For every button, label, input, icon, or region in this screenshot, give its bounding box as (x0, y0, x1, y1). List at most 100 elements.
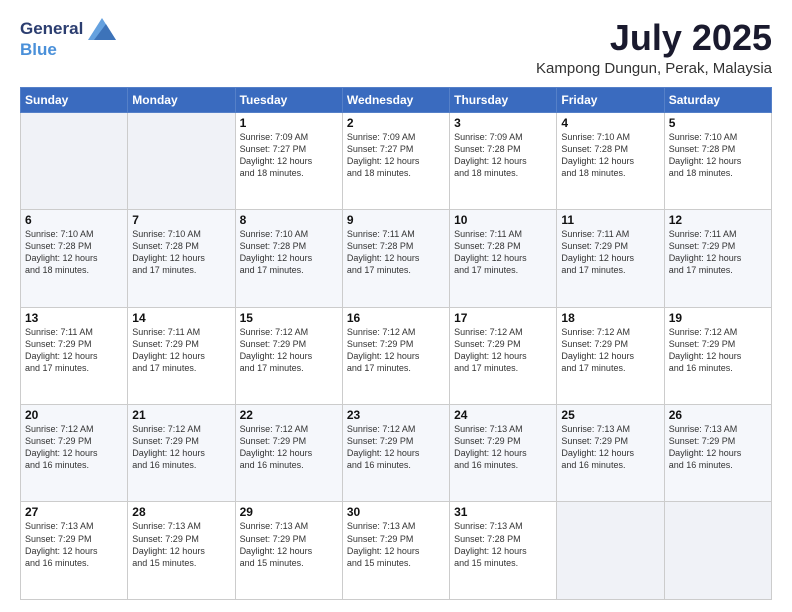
calendar-cell: 2Sunrise: 7:09 AM Sunset: 7:27 PM Daylig… (342, 112, 449, 209)
calendar-cell (128, 112, 235, 209)
day-info: Sunrise: 7:12 AM Sunset: 7:29 PM Dayligh… (240, 326, 338, 375)
day-info: Sunrise: 7:10 AM Sunset: 7:28 PM Dayligh… (25, 228, 123, 277)
day-number: 29 (240, 505, 338, 519)
day-number: 6 (25, 213, 123, 227)
day-info: Sunrise: 7:10 AM Sunset: 7:28 PM Dayligh… (240, 228, 338, 277)
day-info: Sunrise: 7:11 AM Sunset: 7:29 PM Dayligh… (669, 228, 767, 277)
day-number: 12 (669, 213, 767, 227)
day-number: 1 (240, 116, 338, 130)
calendar-cell: 20Sunrise: 7:12 AM Sunset: 7:29 PM Dayli… (21, 405, 128, 502)
day-info: Sunrise: 7:13 AM Sunset: 7:29 PM Dayligh… (240, 520, 338, 569)
day-info: Sunrise: 7:09 AM Sunset: 7:28 PM Dayligh… (454, 131, 552, 180)
calendar-cell: 10Sunrise: 7:11 AM Sunset: 7:28 PM Dayli… (450, 210, 557, 307)
day-info: Sunrise: 7:13 AM Sunset: 7:29 PM Dayligh… (347, 520, 445, 569)
weekday-header-friday: Friday (557, 87, 664, 112)
calendar-week-4: 20Sunrise: 7:12 AM Sunset: 7:29 PM Dayli… (21, 405, 772, 502)
calendar-cell (21, 112, 128, 209)
calendar-cell: 11Sunrise: 7:11 AM Sunset: 7:29 PM Dayli… (557, 210, 664, 307)
day-number: 20 (25, 408, 123, 422)
calendar-cell: 1Sunrise: 7:09 AM Sunset: 7:27 PM Daylig… (235, 112, 342, 209)
calendar-week-3: 13Sunrise: 7:11 AM Sunset: 7:29 PM Dayli… (21, 307, 772, 404)
calendar-cell: 13Sunrise: 7:11 AM Sunset: 7:29 PM Dayli… (21, 307, 128, 404)
day-number: 24 (454, 408, 552, 422)
day-info: Sunrise: 7:12 AM Sunset: 7:29 PM Dayligh… (240, 423, 338, 472)
day-info: Sunrise: 7:13 AM Sunset: 7:28 PM Dayligh… (454, 520, 552, 569)
location: Kampong Dungun, Perak, Malaysia (536, 60, 772, 77)
day-number: 13 (25, 311, 123, 325)
calendar-week-1: 1Sunrise: 7:09 AM Sunset: 7:27 PM Daylig… (21, 112, 772, 209)
calendar-cell: 4Sunrise: 7:10 AM Sunset: 7:28 PM Daylig… (557, 112, 664, 209)
day-info: Sunrise: 7:12 AM Sunset: 7:29 PM Dayligh… (347, 423, 445, 472)
weekday-header-wednesday: Wednesday (342, 87, 449, 112)
logo-general-text: General (20, 19, 83, 39)
day-info: Sunrise: 7:11 AM Sunset: 7:29 PM Dayligh… (25, 326, 123, 375)
day-number: 5 (669, 116, 767, 130)
day-number: 26 (669, 408, 767, 422)
calendar-cell: 31Sunrise: 7:13 AM Sunset: 7:28 PM Dayli… (450, 502, 557, 600)
day-number: 18 (561, 311, 659, 325)
logo-blue-text: Blue (20, 40, 57, 60)
header: General Blue July 2025 Kampong Dungun, P… (20, 18, 772, 77)
day-info: Sunrise: 7:09 AM Sunset: 7:27 PM Dayligh… (347, 131, 445, 180)
day-number: 17 (454, 311, 552, 325)
calendar-week-5: 27Sunrise: 7:13 AM Sunset: 7:29 PM Dayli… (21, 502, 772, 600)
calendar-cell: 24Sunrise: 7:13 AM Sunset: 7:29 PM Dayli… (450, 405, 557, 502)
day-number: 2 (347, 116, 445, 130)
day-info: Sunrise: 7:12 AM Sunset: 7:29 PM Dayligh… (25, 423, 123, 472)
calendar-cell: 25Sunrise: 7:13 AM Sunset: 7:29 PM Dayli… (557, 405, 664, 502)
day-info: Sunrise: 7:12 AM Sunset: 7:29 PM Dayligh… (561, 326, 659, 375)
calendar-table: SundayMondayTuesdayWednesdayThursdayFrid… (20, 87, 772, 600)
day-info: Sunrise: 7:13 AM Sunset: 7:29 PM Dayligh… (132, 520, 230, 569)
calendar-cell: 15Sunrise: 7:12 AM Sunset: 7:29 PM Dayli… (235, 307, 342, 404)
day-info: Sunrise: 7:09 AM Sunset: 7:27 PM Dayligh… (240, 131, 338, 180)
calendar-cell: 21Sunrise: 7:12 AM Sunset: 7:29 PM Dayli… (128, 405, 235, 502)
day-number: 3 (454, 116, 552, 130)
day-info: Sunrise: 7:13 AM Sunset: 7:29 PM Dayligh… (669, 423, 767, 472)
day-info: Sunrise: 7:13 AM Sunset: 7:29 PM Dayligh… (561, 423, 659, 472)
calendar-cell: 8Sunrise: 7:10 AM Sunset: 7:28 PM Daylig… (235, 210, 342, 307)
calendar-cell: 30Sunrise: 7:13 AM Sunset: 7:29 PM Dayli… (342, 502, 449, 600)
day-number: 19 (669, 311, 767, 325)
page: General Blue July 2025 Kampong Dungun, P… (0, 0, 792, 612)
day-number: 14 (132, 311, 230, 325)
day-info: Sunrise: 7:13 AM Sunset: 7:29 PM Dayligh… (25, 520, 123, 569)
day-info: Sunrise: 7:12 AM Sunset: 7:29 PM Dayligh… (669, 326, 767, 375)
day-info: Sunrise: 7:11 AM Sunset: 7:29 PM Dayligh… (132, 326, 230, 375)
weekday-header-monday: Monday (128, 87, 235, 112)
day-number: 21 (132, 408, 230, 422)
day-info: Sunrise: 7:12 AM Sunset: 7:29 PM Dayligh… (347, 326, 445, 375)
logo-icon (88, 18, 116, 40)
calendar-cell: 29Sunrise: 7:13 AM Sunset: 7:29 PM Dayli… (235, 502, 342, 600)
calendar-cell: 3Sunrise: 7:09 AM Sunset: 7:28 PM Daylig… (450, 112, 557, 209)
day-number: 10 (454, 213, 552, 227)
day-number: 30 (347, 505, 445, 519)
month-title: July 2025 (536, 18, 772, 58)
day-number: 16 (347, 311, 445, 325)
weekday-header-row: SundayMondayTuesdayWednesdayThursdayFrid… (21, 87, 772, 112)
calendar-cell: 7Sunrise: 7:10 AM Sunset: 7:28 PM Daylig… (128, 210, 235, 307)
weekday-header-sunday: Sunday (21, 87, 128, 112)
day-number: 22 (240, 408, 338, 422)
title-section: July 2025 Kampong Dungun, Perak, Malaysi… (536, 18, 772, 77)
calendar-cell: 22Sunrise: 7:12 AM Sunset: 7:29 PM Dayli… (235, 405, 342, 502)
calendar-cell: 19Sunrise: 7:12 AM Sunset: 7:29 PM Dayli… (664, 307, 771, 404)
calendar-cell: 23Sunrise: 7:12 AM Sunset: 7:29 PM Dayli… (342, 405, 449, 502)
calendar-cell: 12Sunrise: 7:11 AM Sunset: 7:29 PM Dayli… (664, 210, 771, 307)
calendar-cell: 6Sunrise: 7:10 AM Sunset: 7:28 PM Daylig… (21, 210, 128, 307)
calendar-cell: 26Sunrise: 7:13 AM Sunset: 7:29 PM Dayli… (664, 405, 771, 502)
logo: General Blue (20, 18, 116, 60)
day-info: Sunrise: 7:10 AM Sunset: 7:28 PM Dayligh… (132, 228, 230, 277)
calendar-cell: 17Sunrise: 7:12 AM Sunset: 7:29 PM Dayli… (450, 307, 557, 404)
day-info: Sunrise: 7:10 AM Sunset: 7:28 PM Dayligh… (561, 131, 659, 180)
weekday-header-tuesday: Tuesday (235, 87, 342, 112)
weekday-header-saturday: Saturday (664, 87, 771, 112)
day-number: 31 (454, 505, 552, 519)
day-info: Sunrise: 7:10 AM Sunset: 7:28 PM Dayligh… (669, 131, 767, 180)
day-info: Sunrise: 7:11 AM Sunset: 7:28 PM Dayligh… (454, 228, 552, 277)
day-info: Sunrise: 7:12 AM Sunset: 7:29 PM Dayligh… (132, 423, 230, 472)
day-number: 7 (132, 213, 230, 227)
day-info: Sunrise: 7:11 AM Sunset: 7:29 PM Dayligh… (561, 228, 659, 277)
calendar-cell: 16Sunrise: 7:12 AM Sunset: 7:29 PM Dayli… (342, 307, 449, 404)
calendar-cell: 14Sunrise: 7:11 AM Sunset: 7:29 PM Dayli… (128, 307, 235, 404)
day-number: 8 (240, 213, 338, 227)
